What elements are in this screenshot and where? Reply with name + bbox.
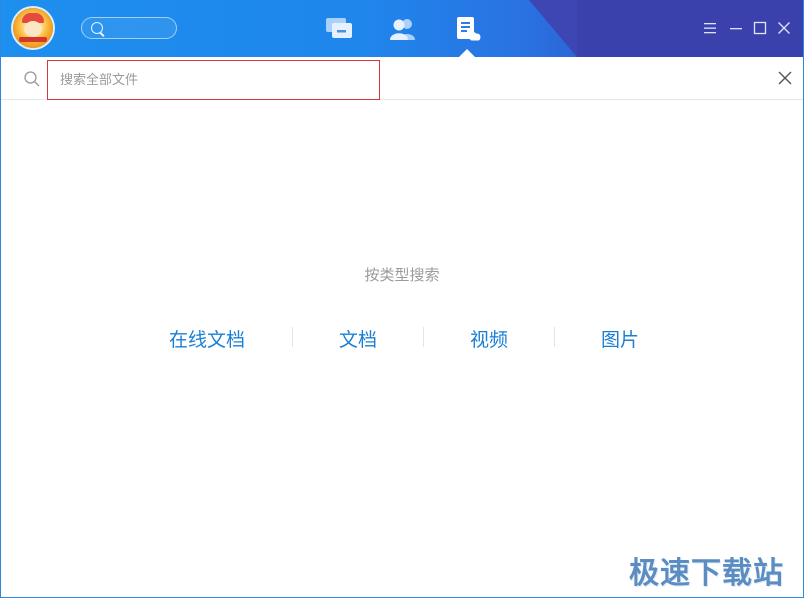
avatar-band bbox=[19, 37, 47, 42]
close-search-icon[interactable] bbox=[776, 69, 794, 87]
type-link-videos[interactable]: 视频 bbox=[449, 325, 529, 352]
type-link-online-docs[interactable]: 在线文档 bbox=[147, 325, 267, 352]
file-search-bar bbox=[1, 57, 803, 100]
global-search-box[interactable] bbox=[81, 17, 177, 39]
type-link-images[interactable]: 图片 bbox=[580, 325, 660, 352]
divider bbox=[292, 327, 293, 347]
minimize-icon[interactable] bbox=[728, 20, 744, 36]
search-input[interactable] bbox=[47, 60, 380, 100]
chat-icon[interactable] bbox=[324, 16, 354, 42]
avatar[interactable] bbox=[13, 8, 53, 48]
avatar-face bbox=[24, 21, 42, 37]
contacts-icon[interactable] bbox=[388, 16, 418, 42]
divider bbox=[423, 327, 424, 347]
divider bbox=[554, 327, 555, 347]
app-window: 按类型搜索 在线文档 文档 视频 图片 极速下载站 bbox=[0, 0, 804, 598]
search-icon bbox=[24, 71, 40, 87]
close-window-icon[interactable] bbox=[776, 20, 792, 36]
type-links: 在线文档 文档 视频 图片 bbox=[1, 325, 803, 353]
search-by-type-title: 按类型搜索 bbox=[364, 266, 440, 284]
title-bar bbox=[1, 0, 803, 57]
search-icon bbox=[91, 22, 103, 34]
watermark: 极速下载站 bbox=[629, 556, 784, 591]
files-icon[interactable] bbox=[453, 16, 483, 42]
maximize-icon[interactable] bbox=[752, 20, 768, 36]
menu-icon[interactable] bbox=[702, 20, 718, 36]
type-link-docs[interactable]: 文档 bbox=[318, 325, 398, 352]
active-tab-indicator bbox=[459, 49, 475, 57]
